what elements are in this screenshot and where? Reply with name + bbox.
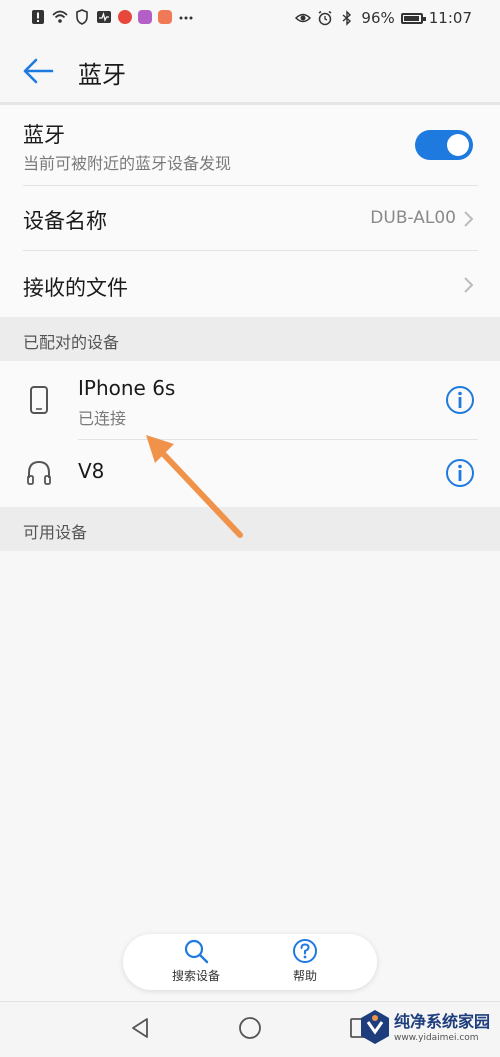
page-title: 蓝牙 [78, 61, 126, 89]
phone-icon [30, 386, 48, 414]
device-name: IPhone 6s [78, 376, 176, 400]
wifi-icon [52, 10, 68, 23]
available-devices-title: 可用设备 [23, 523, 88, 542]
app-icon-orange [158, 10, 172, 24]
search-devices-button[interactable]: 搜索设备 [151, 938, 241, 988]
battery-percent: 96% [361, 9, 395, 27]
list-item-paired-device[interactable]: V8 [0, 440, 500, 506]
watermark-logo-icon [361, 1010, 389, 1044]
headphones-icon [27, 460, 51, 485]
watermark-text: 纯净系统家园 [394, 1012, 491, 1031]
alarm-icon [318, 10, 332, 26]
eye-icon [295, 13, 312, 23]
list-item-paired-device[interactable]: IPhone 6s 已连接 [0, 361, 500, 439]
battery-icon [400, 12, 426, 24]
watermark-url: www.yidaimei.com [394, 1033, 479, 1043]
toggle-knob [447, 134, 469, 156]
alert-icon [32, 10, 44, 24]
shield-icon [76, 9, 88, 25]
bluetooth-subtitle: 当前可被附近的蓝牙设备发现 [23, 154, 232, 173]
info-icon[interactable] [445, 385, 475, 415]
device-name: V8 [78, 459, 105, 483]
device-name-value: DUB-AL00 [370, 208, 456, 228]
chevron-right-icon [464, 211, 474, 227]
received-files-label: 接收的文件 [23, 276, 128, 300]
weibo-app-icon [118, 10, 132, 24]
bottom-action-bar: 搜索设备 帮助 [123, 934, 377, 990]
device-name-label: 设备名称 [23, 209, 107, 233]
nav-back-icon[interactable] [128, 1016, 152, 1040]
more-icon [179, 16, 193, 20]
paired-devices-header: 已配对的设备 [0, 317, 500, 361]
device-status: 已连接 [78, 409, 127, 428]
nav-home-icon[interactable] [238, 1016, 262, 1040]
app-icon-purple [138, 10, 152, 24]
status-right-icons: 96% 11:07 [295, 9, 472, 27]
chevron-right-icon [464, 277, 474, 293]
available-devices-header: 可用设备 [0, 507, 500, 551]
help-icon [293, 939, 317, 963]
bluetooth-status-icon [342, 10, 352, 26]
paired-devices-list: IPhone 6s 已连接 V8 [0, 361, 500, 507]
status-bar: 96% 11:07 [0, 0, 500, 40]
device-name-row[interactable]: 设备名称 DUB-AL00 [0, 186, 500, 250]
clock-time: 11:07 [428, 9, 472, 27]
paired-devices-title: 已配对的设备 [23, 333, 120, 352]
back-arrow-icon[interactable] [20, 56, 56, 86]
activity-icon [97, 11, 111, 23]
app-header: 蓝牙 [0, 40, 500, 102]
annotation-arrow-icon [146, 435, 243, 538]
bluetooth-label: 蓝牙 [23, 123, 65, 147]
bluetooth-toggle-switch[interactable] [415, 130, 473, 160]
info-icon[interactable] [445, 458, 475, 488]
status-left-icons [30, 9, 194, 25]
watermark: 纯净系统家园 www.yidaimei.com [354, 1004, 494, 1052]
help-label: 帮助 [292, 969, 317, 983]
received-files-row[interactable]: 接收的文件 [0, 251, 500, 317]
search-icon [184, 939, 209, 964]
search-devices-label: 搜索设备 [171, 969, 220, 983]
help-button[interactable]: 帮助 [260, 938, 350, 988]
